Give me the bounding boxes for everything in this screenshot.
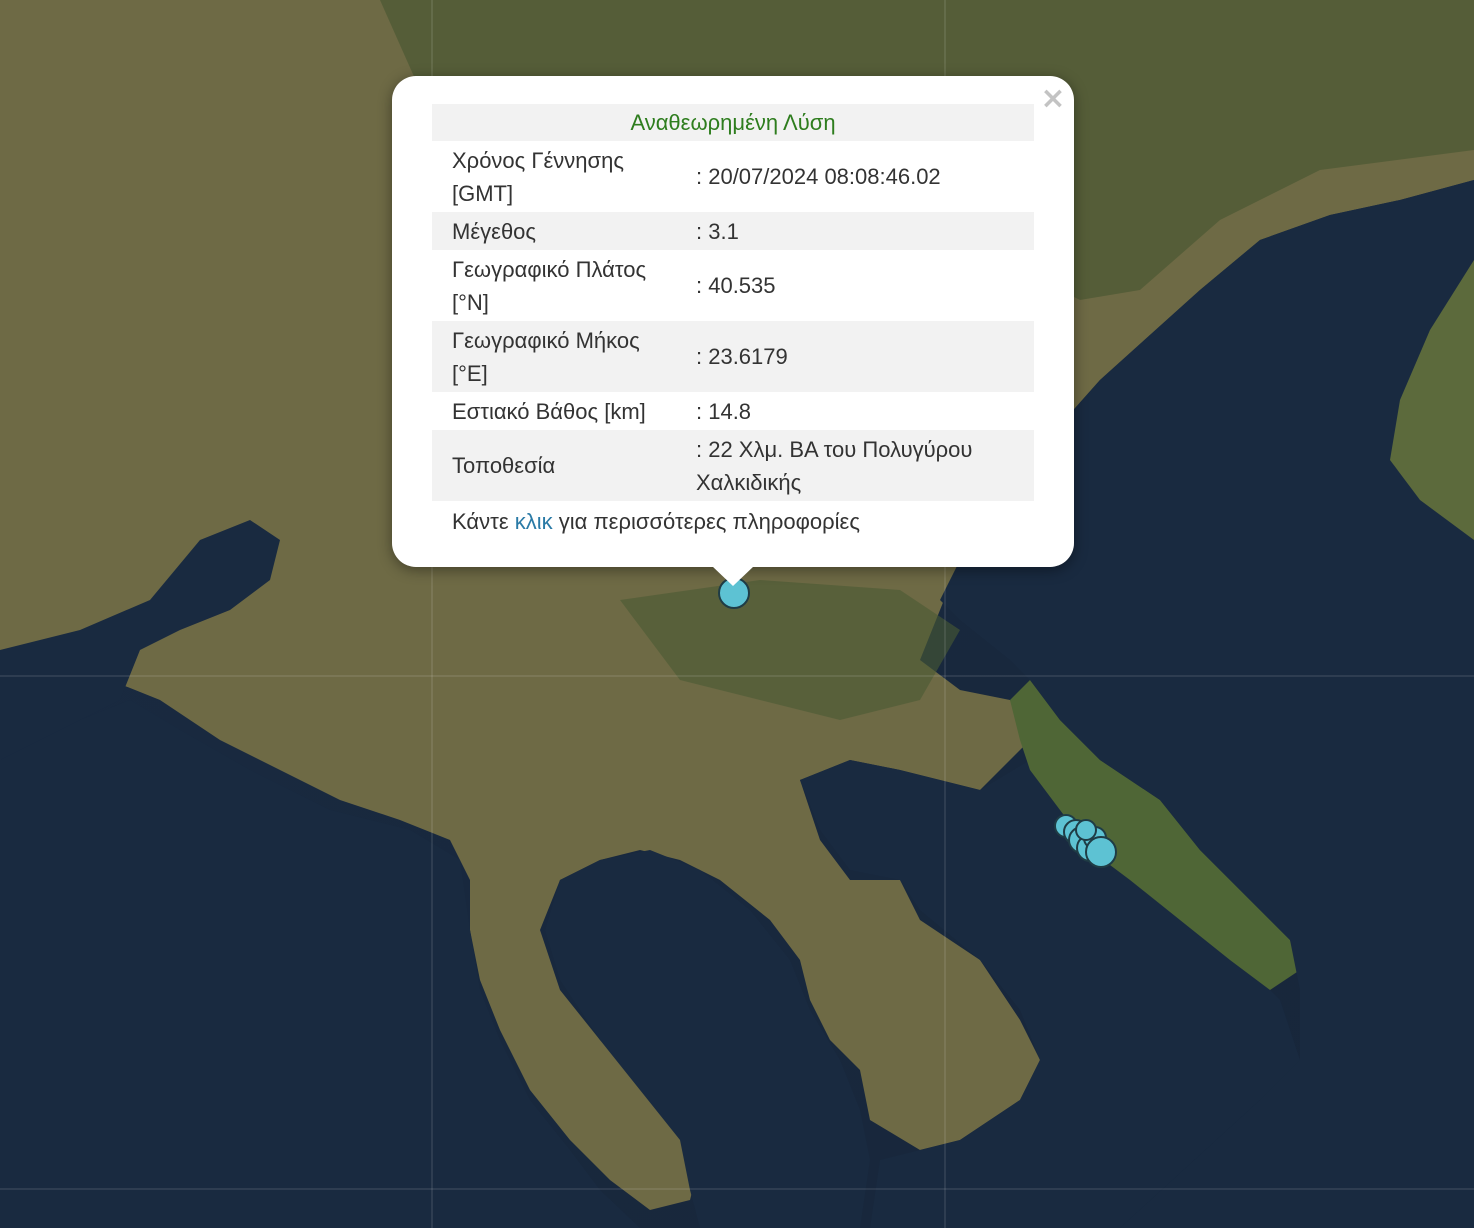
earthquake-details-table: Αναθεωρημένη Λύση Χρόνος Γέννησης [GMT] …	[432, 104, 1034, 541]
magnitude-label: Μέγεθος	[432, 212, 676, 250]
popup-header-row: Αναθεωρημένη Λύση	[432, 104, 1034, 141]
table-row: Χρόνος Γέννησης [GMT] : 20/07/2024 08:08…	[432, 141, 1034, 212]
table-row: Εστιακό Βάθος [km] : 14.8	[432, 392, 1034, 430]
close-icon[interactable]: ×	[1040, 84, 1066, 114]
quake-marker[interactable]	[1085, 836, 1117, 868]
popup-footer: Κάντε κλικ για περισσότερες πληροφορίες	[432, 501, 1034, 541]
table-row: Τοποθεσία : 22 Χλμ. ΒΑ του Πολυγύρου Χαλ…	[432, 430, 1034, 501]
quake-marker[interactable]	[1075, 819, 1097, 841]
magnitude-value: : 3.1	[676, 212, 1034, 250]
table-row: Γεωγραφικό Πλάτος [°N] : 40.535	[432, 250, 1034, 321]
origin-time-label: Χρόνος Γέννησης [GMT]	[452, 147, 624, 206]
depth-label: Εστιακό Βάθος [km]	[452, 398, 646, 424]
popup-footer-row: Κάντε κλικ για περισσότερες πληροφορίες	[432, 501, 1034, 541]
footer-text-after: για περισσότερες πληροφορίες	[558, 508, 860, 534]
table-row: Γεωγραφικό Μήκος [°E] : 23.6179	[432, 321, 1034, 392]
footer-text-before: Κάντε	[452, 508, 509, 534]
table-row: Μέγεθος : 3.1	[432, 212, 1034, 250]
latitude-label: Γεωγραφικό Πλάτος [°N]	[452, 256, 647, 315]
longitude-value: : 23.6179	[676, 321, 1034, 392]
longitude-label: Γεωγραφικό Μήκος [°E]	[432, 321, 676, 392]
depth-value: : 14.8	[696, 398, 752, 424]
location-value: : 22 Χλμ. ΒΑ του Πολυγύρου Χαλκιδικής	[676, 430, 1034, 501]
popup-header: Αναθεωρημένη Λύση	[432, 104, 1034, 141]
more-info-link[interactable]: κλικ	[515, 509, 553, 534]
location-label: Τοποθεσία	[432, 430, 676, 501]
latitude-value: : 40.535	[696, 273, 776, 298]
origin-time-value: : 20/07/2024 08:08:46.02	[696, 164, 941, 189]
popup-tip	[712, 566, 754, 586]
